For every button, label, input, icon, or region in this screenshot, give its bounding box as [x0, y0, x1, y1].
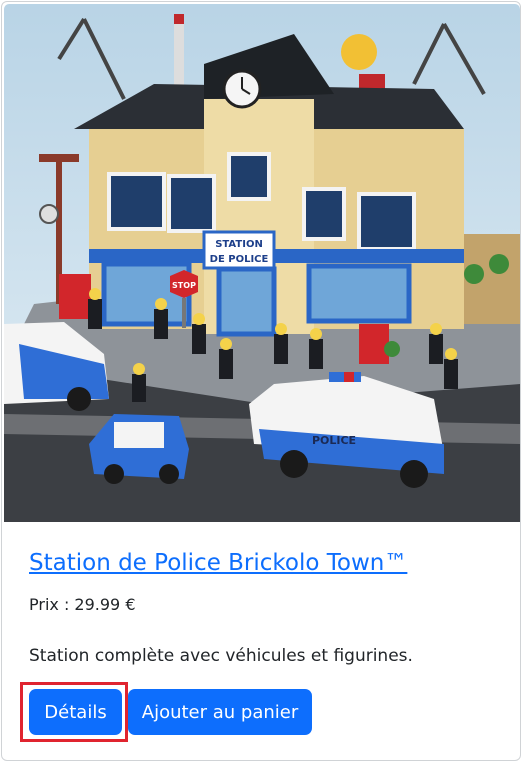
- add-to-cart-button[interactable]: Ajouter au panier: [128, 689, 312, 735]
- product-card: STATION DE POLICE STOP POLICE Station de…: [1, 1, 521, 761]
- station-sign-line2: DE POLICE: [210, 254, 269, 265]
- product-image[interactable]: STATION DE POLICE STOP POLICE: [4, 4, 520, 522]
- stop-sign-text: STOP: [172, 281, 196, 290]
- product-price: Prix : 29.99 €: [29, 595, 136, 614]
- car-label: POLICE: [312, 434, 356, 447]
- details-button[interactable]: Détails: [29, 689, 122, 735]
- product-title-link[interactable]: Station de Police Brickolo Town™: [29, 550, 407, 576]
- product-description: Station complète avec véhicules et figur…: [29, 646, 413, 666]
- station-sign-line1: STATION: [215, 239, 263, 250]
